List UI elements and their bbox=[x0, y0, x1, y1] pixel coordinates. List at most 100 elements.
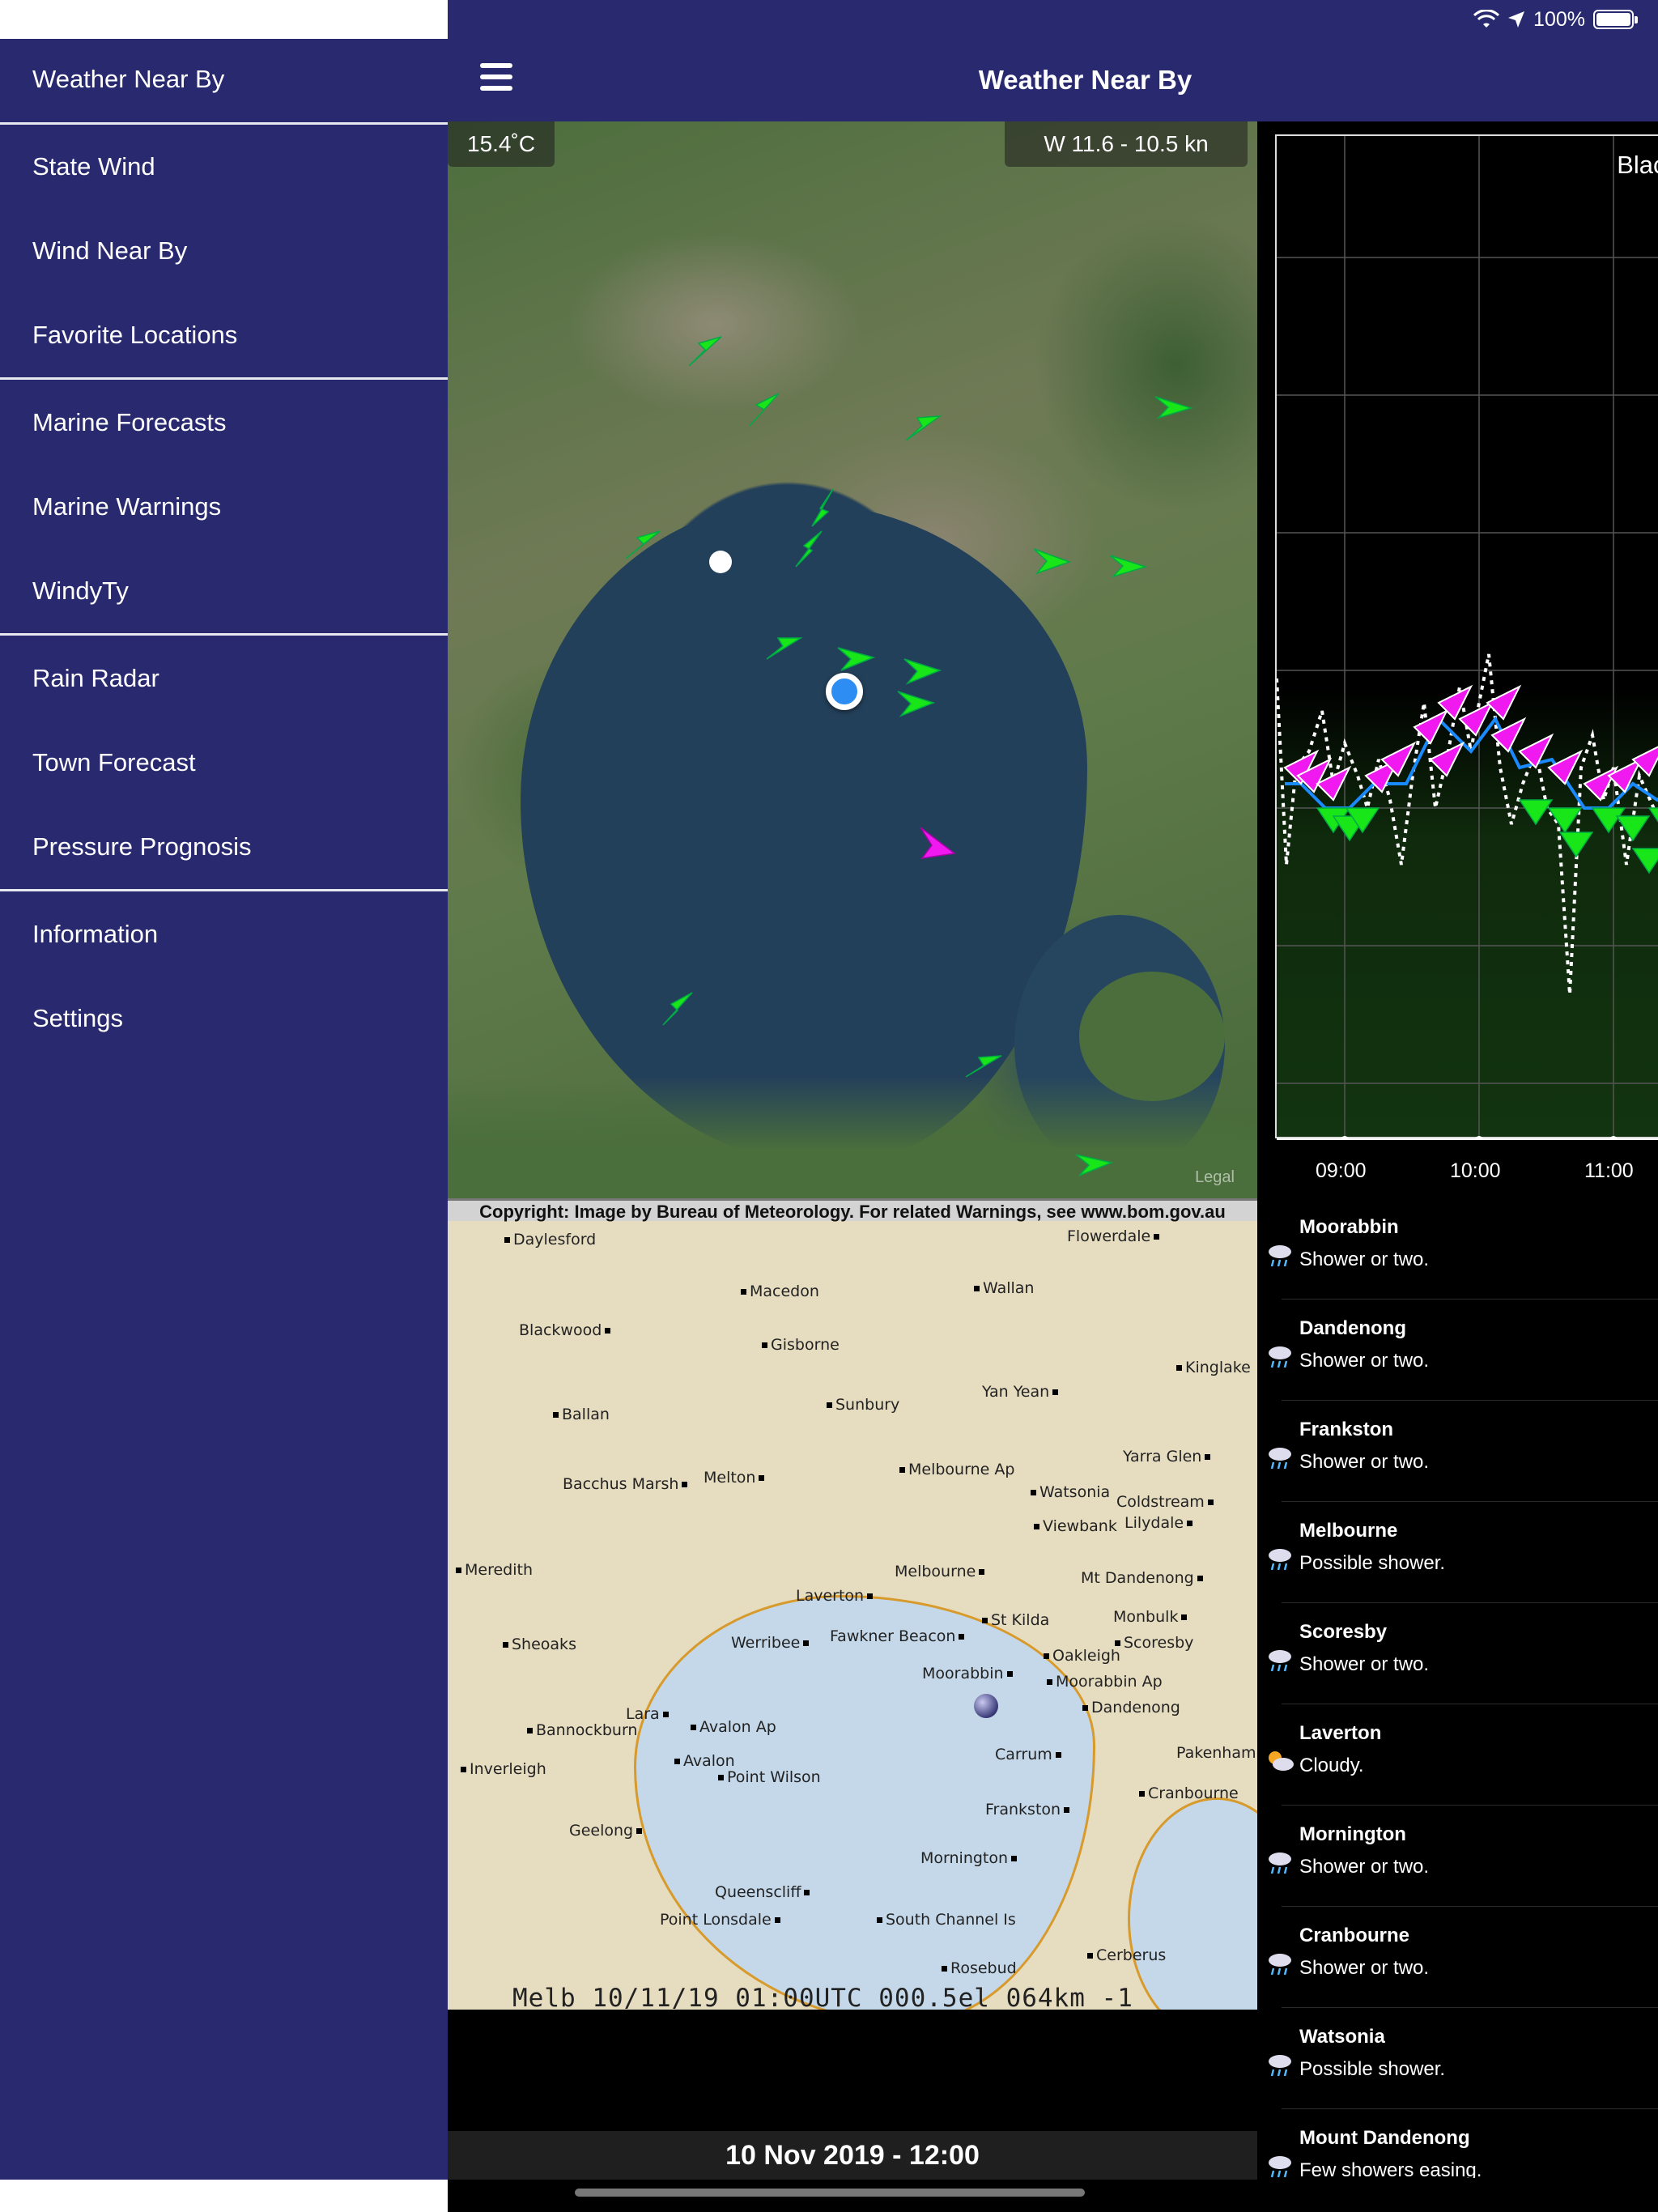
wind-arrow-magenta-icon[interactable] bbox=[916, 821, 958, 863]
radar-town: Bannockburn bbox=[527, 1721, 637, 1739]
forecast-summary: Shower or two. bbox=[1299, 1451, 1430, 1473]
radar-town: Point Lonsdale bbox=[660, 1911, 784, 1929]
forecast-summary: Few showers easing. bbox=[1299, 2159, 1482, 2178]
radar-town: Cerberus bbox=[1087, 1946, 1166, 1964]
radar-town: Macedon bbox=[741, 1283, 819, 1300]
forecast-summary: Shower or two. bbox=[1299, 1957, 1430, 1979]
menu-divider bbox=[0, 889, 448, 891]
radar-footer: Melb 10/11/19 01:00UTC 000.5el 064km -1 bbox=[512, 1984, 1133, 2010]
wind-arrow-icon[interactable] bbox=[963, 1044, 1005, 1087]
wind-arrow-icon[interactable] bbox=[621, 523, 663, 565]
radar-town: Werribee bbox=[731, 1634, 812, 1652]
sidebar-item-information[interactable]: Information bbox=[0, 894, 448, 975]
radar-town: Coldstream bbox=[1116, 1493, 1217, 1511]
status-bar: 100% bbox=[0, 0, 1658, 39]
radar-town: Bacchus Marsh bbox=[563, 1475, 691, 1493]
forecast-item-melbourne[interactable]: Melbourne Possible shower. bbox=[1257, 1502, 1658, 1603]
station-marker[interactable] bbox=[709, 551, 732, 573]
sidebar-item-favorite-locations[interactable]: Favorite Locations bbox=[0, 295, 448, 376]
radar-town: Point Wilson bbox=[718, 1768, 821, 1786]
radar-town: Gisborne bbox=[762, 1336, 840, 1354]
nav-header: Weather Near By bbox=[448, 39, 1658, 121]
battery-percent: 100% bbox=[1533, 7, 1585, 31]
forecast-location: Moorabbin bbox=[1299, 1216, 1399, 1238]
wind-arrow-icon[interactable] bbox=[657, 988, 699, 1030]
forecast-summary: Shower or two. bbox=[1299, 1350, 1430, 1372]
wind-arrow-icon[interactable] bbox=[1152, 385, 1194, 428]
chart-plot-area: Black bbox=[1275, 134, 1658, 1140]
sidebar-item-marine-warnings[interactable]: Marine Warnings bbox=[0, 466, 448, 547]
radar-town: Sheoaks bbox=[503, 1636, 576, 1653]
radar-town: Laverton bbox=[796, 1587, 876, 1605]
sidebar-item-settings[interactable]: Settings bbox=[0, 978, 448, 1059]
forecast-summary: Shower or two. bbox=[1299, 1856, 1430, 1878]
wind-arrow-icon[interactable] bbox=[804, 487, 846, 530]
map-south-land bbox=[448, 1077, 1257, 1198]
radar-town: Monbulk bbox=[1113, 1608, 1190, 1626]
radar-town: Moorabbin bbox=[922, 1665, 1016, 1682]
radar-town: Moorabbin Ap bbox=[1047, 1673, 1163, 1691]
forecast-summary: Possible shower. bbox=[1299, 1552, 1446, 1574]
wind-arrow-icon[interactable] bbox=[901, 405, 943, 447]
menu-divider bbox=[0, 377, 448, 380]
menu-divider bbox=[0, 122, 448, 125]
rain-radar-image[interactable]: Copyright: Image by Bureau of Meteorolog… bbox=[448, 1198, 1257, 2010]
forecast-summary: Possible shower. bbox=[1299, 2058, 1446, 2080]
home-indicator[interactable] bbox=[575, 2189, 1085, 2197]
radar-town: Lara bbox=[626, 1705, 672, 1723]
sidebar-item-pressure-prognosis[interactable]: Pressure Prognosis bbox=[0, 806, 448, 887]
sidebar-item-label: Marine Forecasts bbox=[32, 408, 227, 436]
sidebar-item-marine-forecasts[interactable]: Marine Forecasts bbox=[0, 382, 448, 463]
sidebar-item-label: Marine Warnings bbox=[32, 492, 222, 521]
radar-town: Wallan bbox=[974, 1279, 1034, 1297]
wind-arrow-icon[interactable] bbox=[684, 330, 726, 372]
wind-arrow-icon[interactable] bbox=[789, 528, 831, 570]
wind-arrow-icon[interactable] bbox=[1073, 1143, 1115, 1185]
radar-town: Daylesford bbox=[504, 1231, 596, 1249]
temperature-badge: 15.4˚C bbox=[448, 121, 555, 167]
wind-arrow-icon[interactable] bbox=[895, 682, 937, 724]
status-indicators: 100% bbox=[1473, 6, 1638, 32]
map-legal-link[interactable]: Legal bbox=[1195, 1168, 1235, 1187]
forecast-item-mount-dandenong[interactable]: Mount Dandenong Few showers easing. bbox=[1257, 2109, 1658, 2178]
radar-town: Sunbury bbox=[827, 1396, 899, 1414]
sidebar-item-wind-near-by[interactable]: Wind Near By bbox=[0, 211, 448, 291]
sidebar-footer bbox=[0, 2180, 448, 2212]
status-bar-left bbox=[0, 0, 448, 39]
current-location-marker[interactable] bbox=[826, 673, 863, 710]
sidebar-item-label: Weather Near By bbox=[32, 65, 225, 93]
chart-x-tick: 09:00 bbox=[1316, 1159, 1367, 1182]
wind-arrow-icon[interactable] bbox=[1107, 544, 1149, 586]
forecast-location: Watsonia bbox=[1299, 2026, 1385, 2048]
forecast-item-scoresby[interactable]: Scoresby Shower or two. bbox=[1257, 1603, 1658, 1704]
radar-town: Rosebud bbox=[942, 1959, 1017, 1977]
sidebar-item-label: Town Forecast bbox=[32, 748, 196, 776]
sidebar-item-windyty[interactable]: WindyTy bbox=[0, 551, 448, 632]
radar-town: Mt Dandenong bbox=[1081, 1569, 1206, 1587]
forecast-item-mornington[interactable]: Mornington Shower or two. bbox=[1257, 1806, 1658, 1907]
sidebar-item-rain-radar[interactable]: Rain Radar bbox=[0, 638, 448, 719]
wind-badge: W 11.6 - 10.5 kn bbox=[1005, 121, 1248, 167]
radar-town: Queenscliff bbox=[715, 1883, 813, 1901]
radar-town: Melbourne bbox=[895, 1563, 988, 1580]
sidebar-item-state-wind[interactable]: State Wind bbox=[0, 126, 448, 207]
sidebar-item-weather-near-by[interactable]: Weather Near By bbox=[0, 39, 448, 120]
forecast-location: Laverton bbox=[1299, 1722, 1382, 1744]
forecast-item-moorabbin[interactable]: Moorabbin Shower or two. bbox=[1257, 1198, 1658, 1300]
forecast-item-cranbourne[interactable]: Cranbourne Shower or two. bbox=[1257, 1907, 1658, 2008]
wind-history-chart[interactable]: Black 09:00 10:00 11:00 bbox=[1257, 121, 1658, 1198]
wind-arrow-icon[interactable] bbox=[743, 389, 785, 431]
radar-town: Viewbank bbox=[1034, 1517, 1117, 1535]
forecast-item-dandenong[interactable]: Dandenong Shower or two. bbox=[1257, 1300, 1658, 1401]
wind-arrow-icon[interactable] bbox=[1031, 539, 1073, 581]
forecast-summary: Shower or two. bbox=[1299, 1653, 1430, 1675]
wind-arrow-icon[interactable] bbox=[762, 625, 804, 667]
sidebar-item-label: WindyTy bbox=[32, 576, 129, 605]
forecast-item-laverton[interactable]: Laverton Cloudy. bbox=[1257, 1704, 1658, 1806]
shower-icon bbox=[1269, 2156, 1291, 2178]
sidebar-menu: Weather Near By State Wind Wind Near By … bbox=[0, 39, 448, 2180]
sidebar-item-town-forecast[interactable]: Town Forecast bbox=[0, 722, 448, 803]
satellite-map[interactable]: 15.4˚C W 11.6 - 10.5 kn Legal bbox=[448, 121, 1257, 1198]
forecast-item-watsonia[interactable]: Watsonia Possible shower. bbox=[1257, 2008, 1658, 2109]
forecast-item-frankston[interactable]: Frankston Shower or two. bbox=[1257, 1401, 1658, 1502]
